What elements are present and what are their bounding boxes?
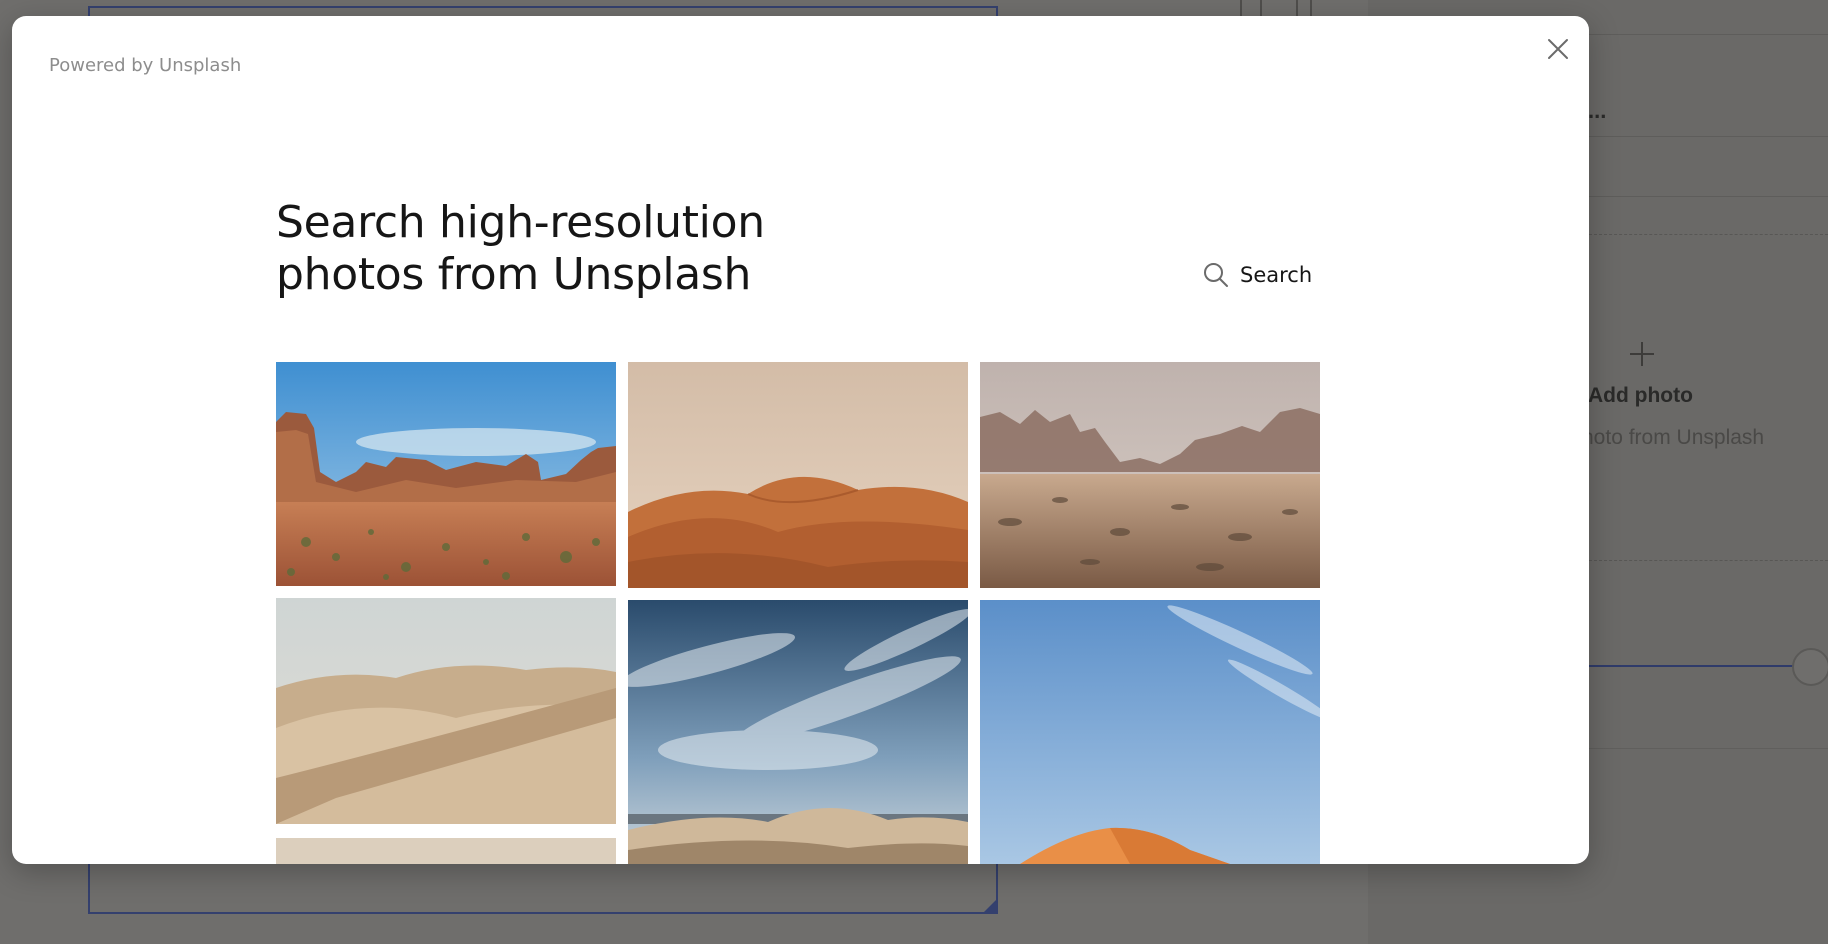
unsplash-modal: Powered by Unsplash Search high-resoluti…: [12, 16, 1589, 864]
photo-thumbnail[interactable]: [628, 362, 968, 588]
desert-buttes-image: [276, 362, 616, 586]
pale-sand-dunes-image: [276, 598, 616, 824]
photo-thumbnail[interactable]: [276, 362, 616, 586]
close-icon[interactable]: [1547, 38, 1569, 60]
search-icon[interactable]: [1202, 261, 1230, 289]
photo-thumbnail[interactable]: [980, 600, 1320, 864]
photo-thumbnail[interactable]: [276, 598, 616, 824]
modal-title-line-1: Search high-resolution: [276, 197, 765, 248]
photo-thumbnail[interactable]: [628, 600, 968, 864]
rocky-desert-haze-image: [980, 362, 1320, 588]
panel-truncated-label: ...: [1588, 98, 1607, 123]
modal-title: Search high-resolution photos from Unspl…: [276, 197, 836, 301]
sand-dunes-dusk-image: [628, 362, 968, 588]
slider-knob[interactable]: [1792, 648, 1828, 686]
orange-dune-blue-sky-image: [980, 600, 1320, 864]
powered-by-label: Powered by Unsplash: [49, 55, 242, 76]
modal-title-line-2: photos from Unsplash: [276, 249, 752, 300]
add-photo-subtitle: hoto from Unsplash: [1582, 426, 1765, 449]
add-photo-plus-icon[interactable]: [1628, 340, 1656, 368]
photo-thumbnail[interactable]: [276, 838, 616, 864]
search-label[interactable]: Search: [1240, 263, 1312, 287]
close-button[interactable]: [1543, 34, 1573, 64]
beige-sand-image: [276, 838, 616, 864]
search-button[interactable]: Search: [1202, 257, 1312, 293]
photo-thumbnail[interactable]: [980, 362, 1320, 588]
dunes-cloudy-sky-image: [628, 600, 968, 864]
add-photo-label[interactable]: Add photo: [1588, 384, 1693, 408]
